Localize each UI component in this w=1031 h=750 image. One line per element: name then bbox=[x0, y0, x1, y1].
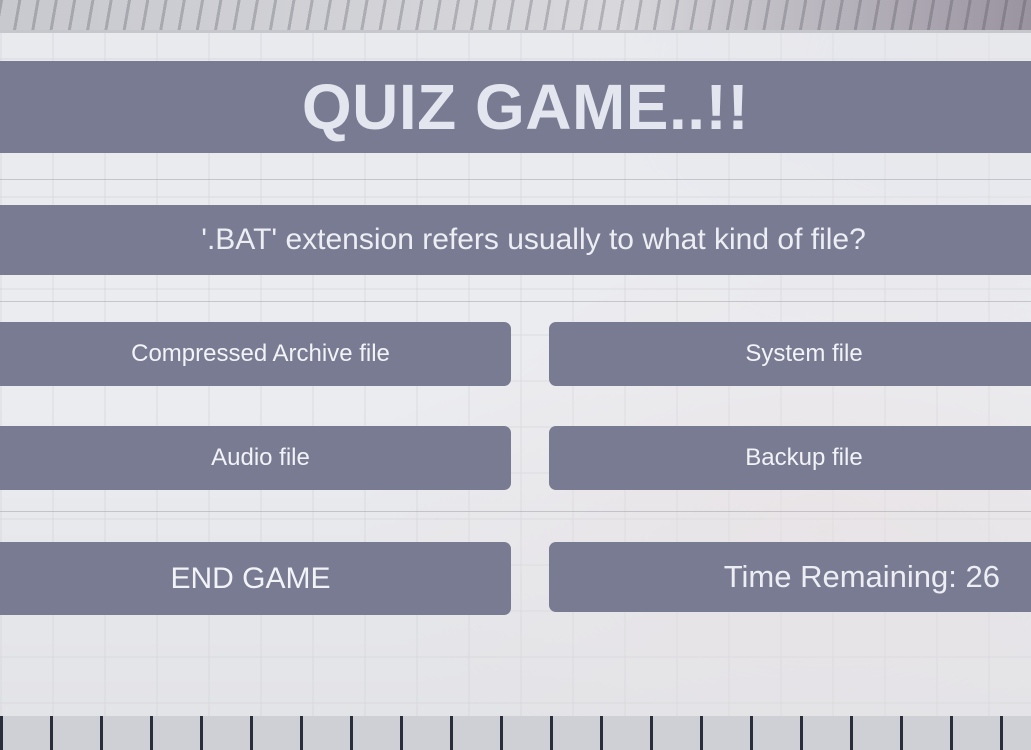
answer-option-label: System file bbox=[745, 340, 863, 367]
divider bbox=[0, 301, 1031, 302]
answer-option-2-button[interactable]: System file bbox=[549, 322, 1031, 386]
divider bbox=[0, 179, 1031, 180]
timer-label: Time Remaining: 26 bbox=[723, 559, 1000, 594]
question-text: '.BAT' extension refers usually to what … bbox=[201, 223, 866, 256]
answer-option-label: Audio file bbox=[211, 444, 310, 471]
end-game-button[interactable]: END GAME bbox=[0, 542, 511, 615]
answer-option-1-button[interactable]: Compressed Archive file bbox=[0, 322, 511, 386]
background-image-top bbox=[0, 0, 1031, 32]
quiz-panel: QUIZ GAME..!! '.BAT' extension refers us… bbox=[0, 30, 1031, 716]
answer-option-label: Compressed Archive file bbox=[131, 340, 390, 367]
answer-option-label: Backup file bbox=[745, 444, 863, 471]
game-title: QUIZ GAME..!! bbox=[301, 71, 750, 143]
end-game-label: END GAME bbox=[170, 561, 331, 595]
title-banner: QUIZ GAME..!! bbox=[0, 61, 1031, 153]
divider bbox=[0, 511, 1031, 512]
answer-option-4-button[interactable]: Backup file bbox=[549, 426, 1031, 490]
answer-option-3-button[interactable]: Audio file bbox=[0, 426, 511, 490]
background-image-bottom bbox=[0, 716, 1031, 750]
time-remaining-display: Time Remaining: 26 bbox=[549, 542, 1031, 612]
question-banner: '.BAT' extension refers usually to what … bbox=[0, 205, 1031, 275]
